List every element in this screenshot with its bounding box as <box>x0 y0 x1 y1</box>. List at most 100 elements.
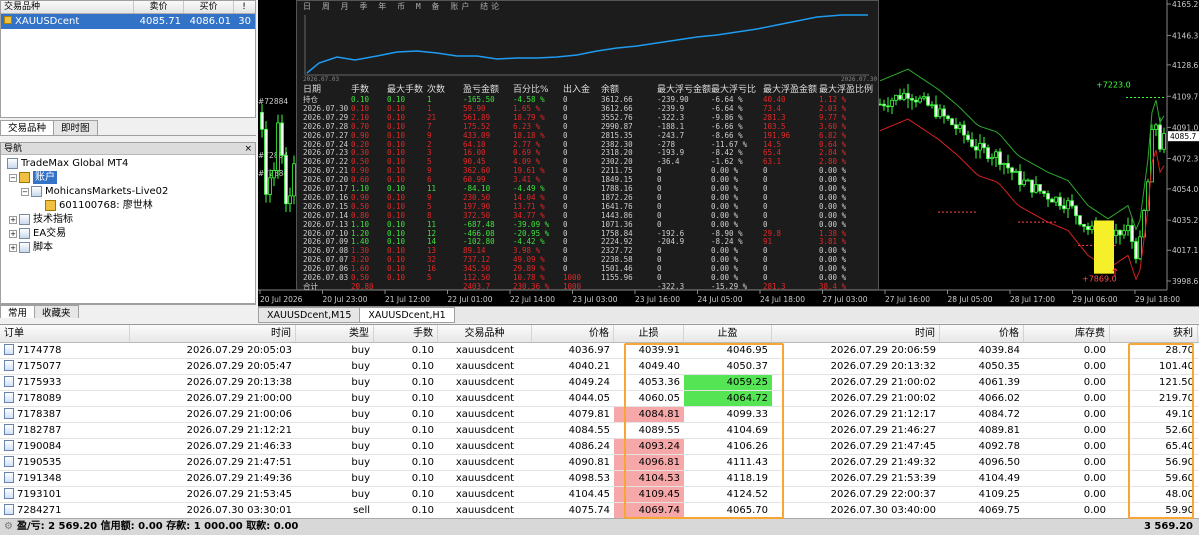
trade-header-cell[interactable]: 时间 <box>772 325 940 342</box>
time-tick-label: 28 Jul 05:00 <box>948 295 993 304</box>
trade-header-cell[interactable]: 库存费 <box>1024 325 1110 342</box>
candle-body <box>1074 205 1078 217</box>
expand-icon[interactable]: + <box>9 243 17 252</box>
mw-header-symbol[interactable]: 交易品种 <box>1 1 134 13</box>
table-row[interactable]: 7174778 2026.07.29 20:05:03 buy 0.10 xauusdc… <box>0 343 1199 359</box>
trade-cell: xauusdcent <box>455 361 515 372</box>
table-row[interactable]: 7191348 2026.07.29 21:49:36 buy 0.10 xauusdc… <box>0 471 1199 487</box>
trade-header-cell[interactable]: 止损 <box>614 325 684 342</box>
trade-cell: 2026.07.29 21:49:32 <box>830 457 936 468</box>
trade-cell: buy <box>351 409 370 420</box>
price-tick-label: 4072.3 <box>1172 154 1198 163</box>
nav-indicators[interactable]: + 技术指标 <box>9 213 73 226</box>
trade-cell: xauusdcent <box>455 409 515 420</box>
candle-body <box>986 147 990 160</box>
table-row[interactable]: 7182787 2026.07.29 21:12:21 buy 0.10 xauusdc… <box>0 423 1199 439</box>
table-row[interactable]: 7193101 2026.07.29 21:53:45 buy 0.10 xauusdc… <box>0 487 1199 503</box>
trade-cell: 7191348 <box>0 471 130 486</box>
candle-body <box>974 146 978 151</box>
collapse-icon[interactable]: − <box>9 173 17 182</box>
trade-cell: 0.00 <box>1083 393 1106 404</box>
candle-body <box>970 139 974 147</box>
trade-cell: 7190535 <box>0 455 130 470</box>
price-tick-label: 4035.2 <box>1172 216 1198 225</box>
chart-tab-m15[interactable]: XAUUSDcent,M15 <box>258 307 361 323</box>
lower-band <box>879 118 1165 281</box>
mw-header-ask[interactable]: 买价 <box>184 1 234 13</box>
candle-body <box>1054 196 1058 203</box>
trade-cell: xauusdcent <box>455 377 515 388</box>
trade-header-cell[interactable]: 获利 <box>1110 325 1198 342</box>
chart-tab-h1[interactable]: XAUUSDcent,H1 <box>359 307 455 323</box>
order-id: 7190084 <box>17 441 62 452</box>
price-chart[interactable]: 4165.2 4146.3 4128.6 4109.7 4091.0 4072.3 4054… <box>258 0 1199 306</box>
report-toolbar[interactable]: 日 周 月 季 年 币 M 备 账户 结论 <box>297 1 878 13</box>
candle-body <box>914 99 918 103</box>
expand-icon[interactable]: + <box>9 215 17 224</box>
trade-header-cell[interactable]: 交易品种 <box>438 325 532 342</box>
table-row[interactable]: 7178089 2026.07.29 21:00:00 buy 0.10 xauusdc… <box>0 391 1199 407</box>
trade-cell: 4044.05 <box>568 393 610 404</box>
trade-cell: 4104.45 <box>568 489 610 500</box>
trade-header-cell[interactable]: 价格 <box>532 325 614 342</box>
order-icon <box>4 360 14 371</box>
candle-body <box>1154 124 1158 130</box>
mw-header-bid[interactable]: 卖价 <box>134 1 184 13</box>
expand-icon[interactable]: + <box>9 229 17 238</box>
trade-header-cell[interactable]: 价格 <box>940 325 1024 342</box>
candle-body <box>288 195 292 205</box>
trade-header-cell[interactable]: 订单 <box>0 325 130 342</box>
tab-common[interactable]: 常用 <box>0 305 36 319</box>
trade-header-cell[interactable]: 止盈 <box>684 325 772 342</box>
tab-tick-chart[interactable]: 即时图 <box>53 120 98 135</box>
trade-header-cell[interactable]: 时间 <box>130 325 296 342</box>
nav-root[interactable]: TradeMax Global MT4 <box>7 157 128 170</box>
time-tick-label: 27 Jul 03:00 <box>823 295 868 304</box>
candle-body <box>966 134 970 141</box>
nav-server[interactable]: − MohicansMarkets-Live02 <box>21 185 168 198</box>
candle-body <box>260 112 264 130</box>
trade-cell: 2026.07.30 03:40:00 <box>830 505 936 516</box>
mw-header-spread[interactable]: ! <box>234 1 254 13</box>
time-tick-label: 24 Jul 18:00 <box>760 295 805 304</box>
table-row[interactable]: 7190535 2026.07.29 21:47:51 buy 0.10 xauusdc… <box>0 455 1199 471</box>
report-cell: 20.80 <box>351 281 374 291</box>
trade-report-panel: 日 周 月 季 年 币 M 备 账户 结论 2026.07.03 2026.07… <box>296 0 879 291</box>
tab-favorites[interactable]: 收藏夹 <box>34 305 79 319</box>
nav-experts[interactable]: + EA交易 <box>9 227 66 240</box>
trade-cell: 0.10 <box>411 361 434 372</box>
trade-header-cell[interactable]: 手数 <box>374 325 438 342</box>
trade-header-cell[interactable]: 类型 <box>296 325 374 342</box>
nav-scripts[interactable]: + 脚本 <box>9 241 53 254</box>
report-header-cell: 百分比% <box>513 85 549 95</box>
mw-row-xauusdcent[interactable]: XAUUSDcent 4085.71 4086.01 30 <box>1 14 255 29</box>
table-row[interactable]: 7175077 2026.07.29 20:05:47 buy 0.10 xauusdc… <box>0 359 1199 375</box>
candle-body <box>1066 200 1070 210</box>
trade-cell: buy <box>351 457 370 468</box>
time-tick-label: 28 Jul 17:00 <box>1010 295 1055 304</box>
server-icon <box>31 186 42 197</box>
candle-body <box>1038 184 1042 192</box>
nav-account[interactable]: 601100768: 廖世林 <box>45 199 153 212</box>
nav-accounts[interactable]: − 账户 <box>9 171 57 184</box>
arrow-up-icon: ↑ <box>1110 266 1120 280</box>
collapse-icon[interactable]: − <box>21 187 29 196</box>
navigator-close-icon[interactable]: × <box>244 143 252 154</box>
highlight-profit <box>1128 343 1194 519</box>
trade-cell: 2026.07.29 21:00:06 <box>186 409 292 420</box>
trade-cell: 0.10 <box>411 409 434 420</box>
table-row[interactable]: 7284271 2026.07.30 03:30:01 sell 0.10 xauusd… <box>0 503 1199 519</box>
report-date-start: 2026.07.03 <box>303 76 340 83</box>
candle-body <box>1042 190 1046 194</box>
annotation-label: +7223.0 <box>1096 80 1131 89</box>
candle-body <box>994 151 998 158</box>
candle-body <box>1126 225 1130 232</box>
trade-cell: 4049.24 <box>568 377 610 388</box>
trade-cell: 4040.21 <box>568 361 610 372</box>
report-header-cell: 最大浮盈比例 <box>819 85 874 95</box>
table-row[interactable]: 7190084 2026.07.29 21:46:33 buy 0.10 xauusdc… <box>0 439 1199 455</box>
trade-cell: 0.00 <box>1083 457 1106 468</box>
table-row[interactable]: 7175933 2026.07.29 20:13:38 buy 0.10 xauusdc… <box>0 375 1199 391</box>
tab-symbols[interactable]: 交易品种 <box>0 120 55 135</box>
table-row[interactable]: 7178387 2026.07.29 21:00:06 buy 0.10 xauusdc… <box>0 407 1199 423</box>
